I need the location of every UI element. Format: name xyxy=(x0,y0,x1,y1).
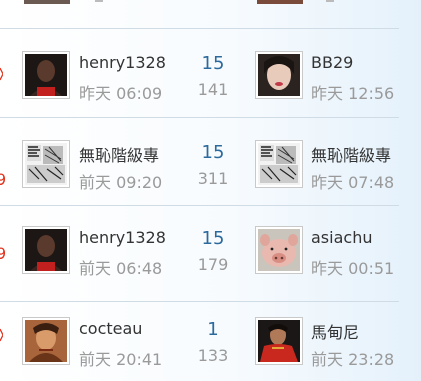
table-row[interactable]: 9 henry1328 前天 06:48 15 179 asiachu 昨天 0… xyxy=(0,206,421,294)
last-poster-avatar[interactable] xyxy=(255,317,303,365)
last-poster-avatar[interactable] xyxy=(255,226,303,274)
author-avatar[interactable] xyxy=(22,317,70,365)
last-post-time[interactable]: 昨天 07:48 xyxy=(311,169,394,193)
author-avatar[interactable] xyxy=(22,226,70,274)
post-time: 昨天 06:09 xyxy=(79,84,163,103)
previous-row-text-stub xyxy=(95,0,103,2)
author-name-link[interactable]: henry1328 xyxy=(79,228,166,247)
author-name-link[interactable]: 無恥階級專 xyxy=(79,142,159,166)
left-clipped-number: 9 xyxy=(0,244,6,263)
left-edge-marker xyxy=(0,67,3,81)
author-avatar[interactable] xyxy=(22,140,70,188)
last-post-time[interactable]: 前天 23:28 xyxy=(311,346,394,370)
post-time: 前天 06:48 xyxy=(79,259,163,278)
view-count: 311 xyxy=(197,169,229,188)
last-post-time[interactable]: 昨天 12:56 xyxy=(311,80,394,104)
author-avatar[interactable] xyxy=(22,51,70,99)
view-count: 133 xyxy=(197,346,229,365)
author-name-link[interactable]: cocteau xyxy=(79,319,142,338)
post-time: 前天 20:41 xyxy=(79,350,163,369)
view-count: 141 xyxy=(197,80,229,99)
previous-row-text-stub xyxy=(326,0,334,2)
table-row[interactable]: 9 無恥階級專 前天 09:20 15 311 無恥階級專 昨天 07:48 xyxy=(0,118,421,206)
previous-row-avatar-stub xyxy=(24,0,70,4)
last-poster-avatar[interactable] xyxy=(255,140,303,188)
left-clipped-number: 9 xyxy=(0,170,6,189)
reply-count[interactable]: 15 xyxy=(188,142,238,163)
reply-count[interactable]: 1 xyxy=(188,319,238,340)
last-poster-avatar[interactable] xyxy=(255,51,303,99)
last-poster-name-link[interactable]: 馬甸尼 xyxy=(311,319,359,343)
view-count: 179 xyxy=(197,255,229,274)
author-name-link[interactable]: henry1328 xyxy=(79,53,166,72)
table-row[interactable]: cocteau 前天 20:41 1 133 馬甸尼 前天 23:28 xyxy=(0,302,421,381)
last-poster-name-link[interactable]: 無恥階級專 xyxy=(311,142,391,166)
table-row[interactable]: henry1328 昨天 06:09 15 141 BB29 昨天 12:56 xyxy=(0,29,421,117)
reply-count[interactable]: 15 xyxy=(188,53,238,74)
last-poster-name-link[interactable]: asiachu xyxy=(311,228,372,247)
previous-row-last-avatar-stub xyxy=(257,0,303,4)
left-edge-marker xyxy=(0,327,4,342)
reply-count[interactable]: 15 xyxy=(188,228,238,249)
post-time: 前天 09:20 xyxy=(79,173,163,192)
last-post-time[interactable]: 昨天 00:51 xyxy=(311,255,394,279)
last-poster-name-link[interactable]: BB29 xyxy=(311,53,353,72)
